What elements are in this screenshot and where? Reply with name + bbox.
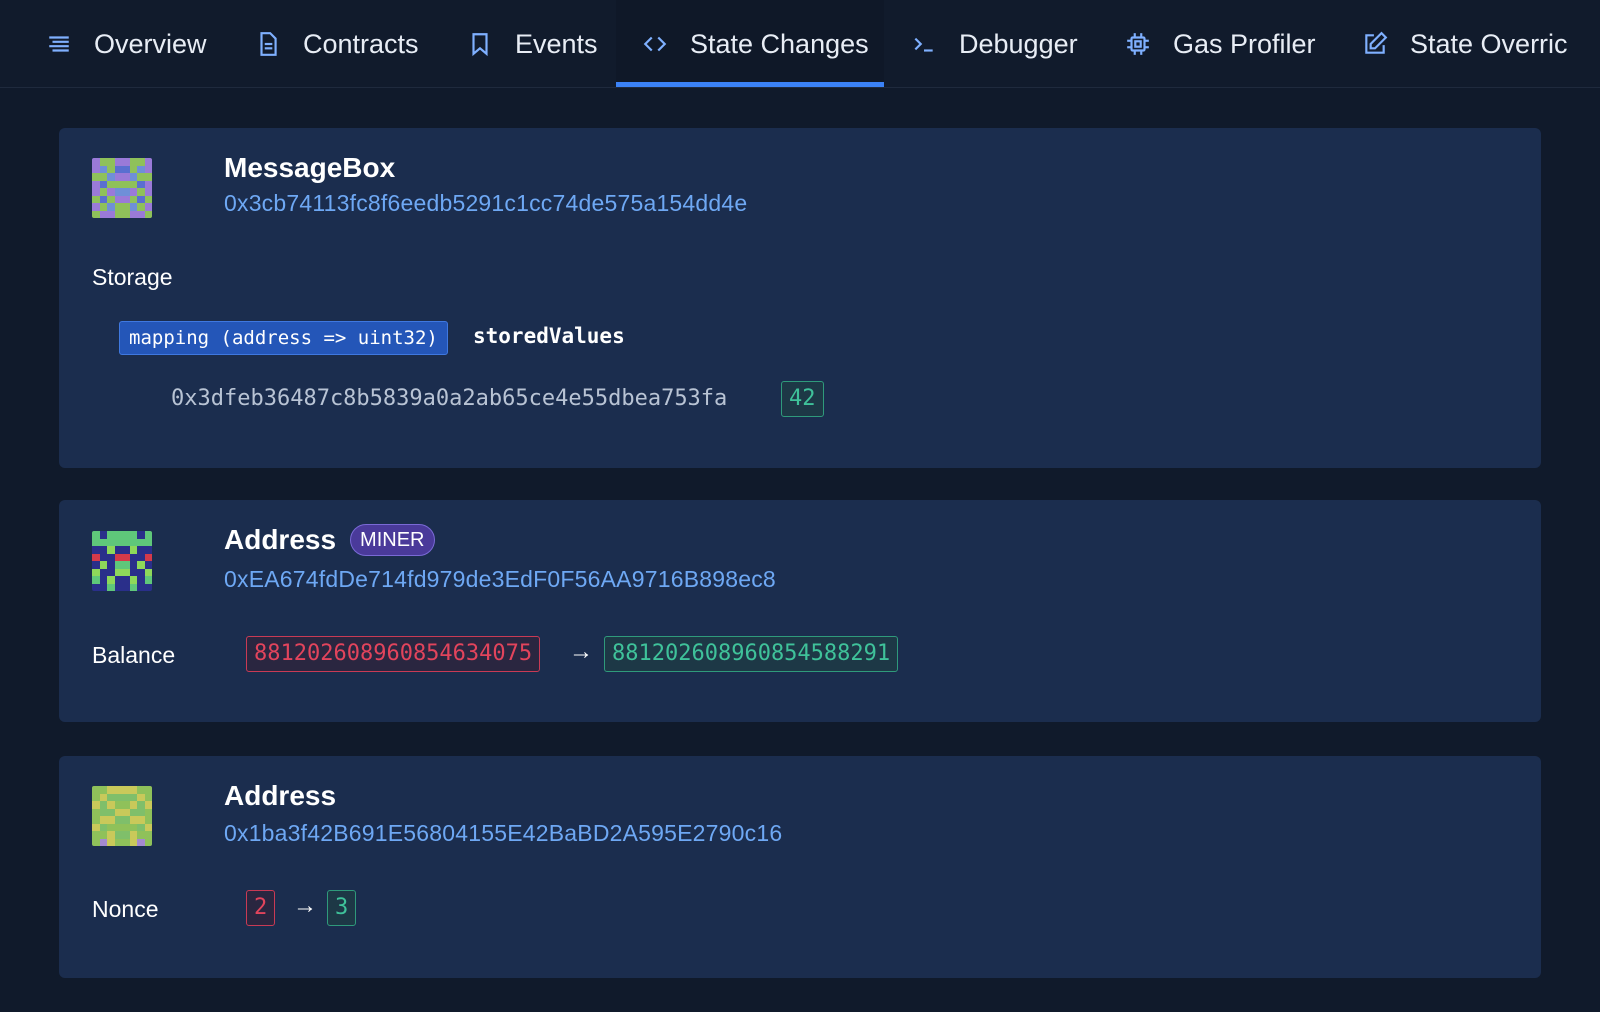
- blockie-avatar: [92, 158, 152, 218]
- edit-icon: [1362, 31, 1388, 57]
- address-card-miner: Address MINER 0xEA674fdDe714fd979de3EdF0…: [59, 500, 1541, 722]
- nonce-new-value: 3: [327, 890, 357, 927]
- address-title-text: Address: [224, 524, 337, 555]
- tab-label: Overview: [94, 28, 207, 59]
- cpu-icon: [1125, 31, 1151, 57]
- address-title: Address MINER: [224, 524, 435, 556]
- account-address[interactable]: 0x1ba3f42B691E56804155E42BaBD2A595E2790c…: [224, 820, 782, 847]
- balance-new-value: 881202608960854588291: [604, 636, 899, 673]
- tab-label: Contracts: [303, 28, 419, 59]
- tab-debugger[interactable]: Debugger: [911, 0, 1078, 87]
- tab-label: Events: [515, 28, 598, 59]
- storage-key: 0x3dfeb36487c8b5839a0a2ab65ce4e55dbea753…: [171, 386, 728, 411]
- tab-events[interactable]: Events: [467, 0, 598, 87]
- storage-type-tag: mapping (address => uint32): [119, 321, 448, 355]
- tab-overview[interactable]: Overview: [46, 0, 207, 87]
- bookmark-icon: [467, 31, 493, 57]
- tab-label: Debugger: [959, 28, 1078, 59]
- contract-address[interactable]: 0x3cb74113fc8f6eedb5291c1cc74de575a154dd…: [224, 190, 747, 217]
- tab-state-changes[interactable]: State Changes: [616, 0, 884, 87]
- miner-badge: MINER: [350, 524, 435, 556]
- balance-label: Balance: [92, 642, 176, 668]
- arrow-right-icon: →: [293, 892, 317, 919]
- account-address[interactable]: 0xEA674fdDe714fd979de3EdF0F56AA9716B898e…: [224, 566, 776, 593]
- contract-name: MessageBox: [224, 152, 396, 183]
- document-icon: [255, 31, 281, 57]
- address-title: Address: [224, 780, 337, 811]
- tab-label: Gas Profiler: [1173, 28, 1316, 59]
- tab-state-overrides[interactable]: State Overric: [1362, 0, 1568, 87]
- tab-bar: Overview Contracts Events State Changes …: [0, 0, 1600, 88]
- list-icon: [46, 31, 72, 57]
- code-icon: [642, 31, 668, 57]
- balance-old-value: 881202608960854634075: [246, 636, 541, 673]
- nonce-old-value: 2: [246, 890, 276, 927]
- contract-card-messagebox: MessageBox 0x3cb74113fc8f6eedb5291c1cc74…: [59, 128, 1541, 468]
- tab-gas-profiler[interactable]: Gas Profiler: [1125, 0, 1316, 87]
- arrow-right-icon: →: [569, 638, 593, 665]
- storage-var-name: storedValues: [473, 324, 625, 348]
- tab-contracts[interactable]: Contracts: [255, 0, 419, 87]
- blockie-avatar: [92, 531, 152, 591]
- terminal-icon: [911, 31, 937, 57]
- tab-label: State Changes: [690, 28, 869, 59]
- address-card: Address 0x1ba3f42B691E56804155E42BaBD2A5…: [59, 756, 1541, 978]
- storage-label: Storage: [92, 264, 173, 290]
- blockie-avatar: [92, 786, 152, 846]
- tab-label: State Overric: [1410, 28, 1568, 59]
- storage-value: 42: [781, 381, 824, 418]
- nonce-label: Nonce: [92, 896, 159, 922]
